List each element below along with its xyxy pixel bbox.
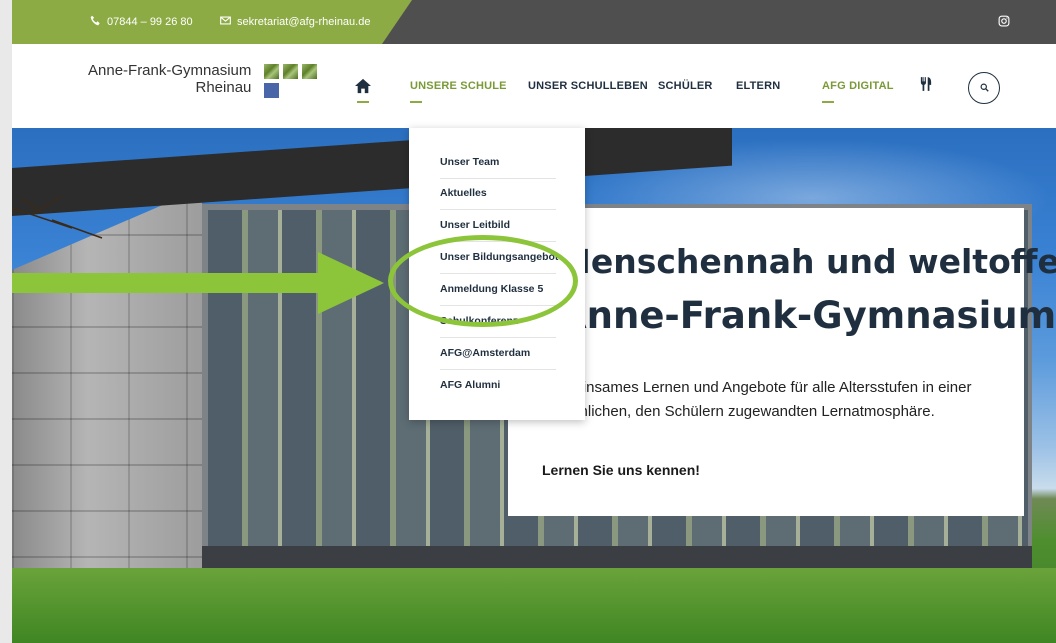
home-active-underline	[357, 101, 369, 103]
nav-afg-digital[interactable]: AFG DIGITAL	[822, 80, 894, 92]
top-info-bar: 07844 – 99 26 80 sekretariat@afg-rheinau…	[12, 0, 1056, 44]
dropdown-item-afg-alumni[interactable]: AFG Alumni	[440, 370, 556, 401]
nav-digital-underline	[822, 101, 834, 103]
hero-title-line-1: Menschennah und weltoffen	[558, 242, 1056, 281]
browser-page: 07844 – 99 26 80 sekretariat@afg-rheinau…	[12, 0, 1056, 643]
phone-number: 07844 – 99 26 80	[107, 16, 193, 28]
phone-icon	[90, 15, 101, 29]
search-button[interactable]	[968, 72, 1000, 104]
email-address: sekretariat@afg-rheinau.de	[237, 16, 371, 28]
tree-branches	[12, 195, 103, 239]
logo-line-1: Anne-Frank-Gymnasium	[88, 62, 252, 79]
nav-schueler[interactable]: SCHÜLER	[658, 80, 713, 92]
search-icon	[980, 79, 989, 97]
nav-eltern[interactable]: ELTERN	[736, 80, 780, 92]
annotation-arrow-icon	[12, 252, 384, 314]
instagram-icon[interactable]	[998, 14, 1010, 32]
logo-line-2: Rheinau	[195, 79, 252, 96]
building-base	[202, 546, 1032, 568]
email-contact[interactable]: sekretariat@afg-rheinau.de	[220, 15, 370, 29]
dropdown-item-afg-amsterdam[interactable]: AFG@Amsterdam	[440, 338, 556, 370]
nav-active-underline	[410, 101, 422, 103]
hero-description: Gemeinsames Lernen und Angebote für alle…	[542, 379, 972, 420]
hero-title-line-2: Anne-Frank-Gymnasium	[558, 294, 1056, 337]
dropdown-item-aktuelles[interactable]: Aktuelles	[440, 178, 556, 210]
hero-text-card: Menschennah und weltoffen Anne-Frank-Gym…	[508, 208, 1056, 516]
mail-icon	[220, 15, 231, 29]
site-logo-text[interactable]: Anne-Frank-Gymnasium Rheinau	[88, 62, 251, 96]
logo-squares-icon[interactable]	[264, 64, 322, 98]
hero-cta-link[interactable]: Lernen Sie uns kennen!	[542, 462, 700, 478]
nav-unsere-schule[interactable]: UNSERE SCHULE	[410, 80, 507, 92]
site-header: Anne-Frank-Gymnasium Rheinau UNSERE SCHU…	[12, 44, 1056, 128]
nav-unser-schulleben[interactable]: UNSER SCHULLEBEN	[528, 80, 648, 92]
dropdown-item-unser-team[interactable]: Unser Team	[440, 147, 556, 179]
cutlery-icon[interactable]	[920, 76, 932, 97]
hero-lawn	[12, 568, 1056, 643]
annotation-highlight-ellipse	[388, 235, 578, 327]
phone-contact[interactable]: 07844 – 99 26 80	[90, 15, 193, 29]
home-icon[interactable]	[354, 78, 372, 96]
